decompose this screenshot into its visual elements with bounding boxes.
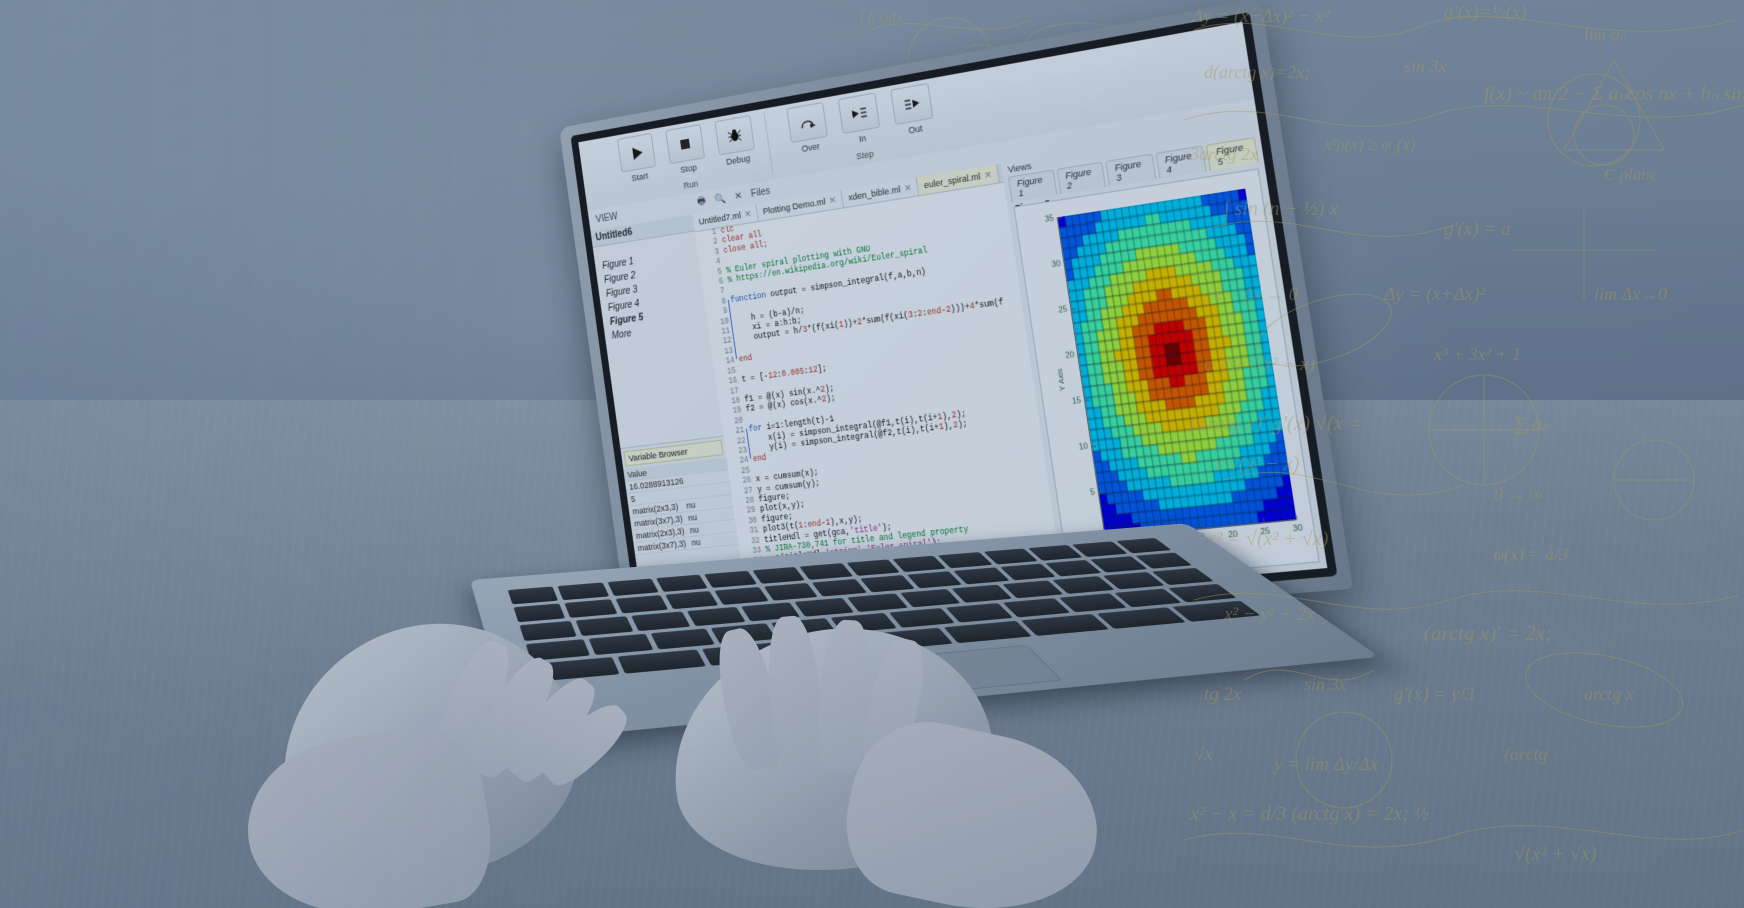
edge-gradient (0, 0, 1744, 908)
screenshot-root: ∫ f(x)dxlim Σ aₙθ (0, 0, 1744, 908)
